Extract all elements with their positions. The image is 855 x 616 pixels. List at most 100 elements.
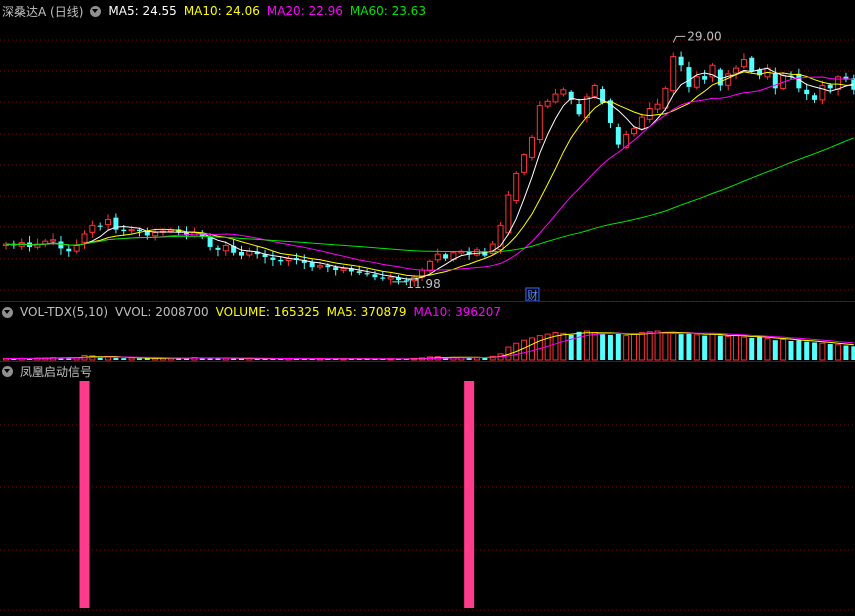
volume-bar bbox=[733, 335, 740, 361]
high-marker-arrow bbox=[672, 35, 686, 43]
signal-title: 凤凰启动信号 bbox=[20, 364, 93, 379]
volume-bar bbox=[725, 335, 732, 361]
candle-body bbox=[364, 273, 370, 275]
volume-bar bbox=[788, 340, 794, 360]
candle-body bbox=[333, 267, 339, 271]
chevron-down-icon[interactable] bbox=[90, 5, 102, 17]
candle-body bbox=[278, 259, 284, 262]
chevron-down-icon[interactable] bbox=[2, 365, 13, 377]
candle-body bbox=[380, 277, 386, 279]
candle-body bbox=[128, 229, 135, 232]
volume-bar bbox=[812, 342, 818, 360]
ma10-line bbox=[5, 71, 854, 277]
volume-bar bbox=[591, 332, 598, 361]
candle-body bbox=[686, 67, 692, 87]
candle-body bbox=[97, 225, 103, 227]
candle-body bbox=[215, 247, 221, 250]
candle-body bbox=[222, 245, 229, 252]
chevron-down-icon[interactable] bbox=[2, 306, 13, 318]
volume-bar bbox=[615, 333, 621, 360]
vvol-label: VVOL: 2008700 bbox=[115, 305, 209, 319]
volume-bar bbox=[113, 357, 119, 360]
signal-panel: 凤凰启动信号 bbox=[0, 362, 855, 616]
candle-body bbox=[309, 262, 315, 268]
candle-body bbox=[670, 56, 677, 92]
volume-bar bbox=[607, 334, 613, 360]
candle-body bbox=[317, 265, 323, 268]
ma5-label: MA5: 24.55 bbox=[108, 4, 177, 18]
volume-legend: VOL-TDX(5,10) VVOL: 2008700 VOLUME: 1653… bbox=[2, 304, 501, 320]
volume-bar bbox=[121, 358, 127, 360]
candle-body bbox=[50, 239, 57, 242]
candle-body bbox=[662, 87, 669, 109]
candle-body bbox=[631, 128, 637, 135]
signal-chart[interactable] bbox=[0, 362, 855, 616]
candle-body bbox=[207, 236, 213, 247]
candle-body bbox=[356, 271, 362, 273]
candle-body bbox=[434, 253, 441, 261]
signal-bar bbox=[79, 381, 90, 608]
candle-body bbox=[73, 245, 80, 252]
candle-body bbox=[372, 274, 378, 278]
volume-bar bbox=[835, 344, 842, 361]
volume-bar bbox=[740, 336, 747, 361]
candle-body bbox=[678, 56, 684, 66]
candle-body bbox=[804, 89, 810, 95]
candle-body bbox=[513, 172, 520, 202]
volume-bar bbox=[686, 332, 692, 360]
volume-bar bbox=[662, 332, 669, 361]
volume-bar bbox=[843, 345, 849, 360]
candle-body bbox=[615, 127, 621, 145]
candle-body bbox=[812, 95, 818, 100]
candle-body bbox=[528, 136, 535, 158]
volume-bar bbox=[772, 340, 778, 360]
candle-body bbox=[387, 276, 394, 280]
volume-bar bbox=[796, 340, 802, 360]
candle-body bbox=[121, 229, 127, 232]
volume-bar bbox=[623, 335, 630, 361]
candle-body bbox=[81, 233, 88, 243]
volume-bar bbox=[528, 337, 535, 361]
volume-panel: VOL-TDX(5,10) VVOL: 2008700 VOLUME: 1653… bbox=[0, 302, 855, 362]
volume-bar bbox=[827, 344, 833, 360]
price-title: 深桑达A (日线) bbox=[2, 4, 84, 19]
candle-body bbox=[521, 154, 528, 173]
ma20-label: MA20: 22.96 bbox=[266, 4, 343, 18]
vol-ma10-label: MA10: 396207 bbox=[413, 305, 501, 319]
volume-title: VOL-TDX(5,10) bbox=[20, 305, 109, 319]
candle-body bbox=[474, 249, 480, 256]
candle-body bbox=[246, 250, 253, 256]
volume-bar bbox=[819, 342, 826, 361]
candle-body bbox=[89, 224, 96, 233]
signal-legend: 凤凰启动信号 bbox=[2, 363, 92, 379]
volume-bar bbox=[693, 334, 700, 361]
candle-body bbox=[239, 251, 244, 256]
ma20-line bbox=[5, 76, 854, 271]
candle-body bbox=[426, 260, 433, 272]
candle-body bbox=[591, 84, 598, 97]
volume-label: VOLUME: 165325 bbox=[215, 305, 320, 319]
candle-body bbox=[740, 58, 747, 68]
candle-body bbox=[152, 232, 159, 237]
ma10-label: MA10: 24.06 bbox=[183, 4, 260, 18]
volume-bar bbox=[631, 333, 637, 361]
volume-bar bbox=[576, 331, 582, 360]
candle-body bbox=[819, 84, 826, 101]
price-chart[interactable]: 29.00 11.98 财 bbox=[0, 0, 855, 302]
high-marker-label: 29.00 bbox=[687, 29, 721, 43]
candle-body bbox=[58, 241, 64, 249]
candle-body bbox=[654, 103, 661, 110]
ma60-label: MA60: 23.63 bbox=[349, 4, 426, 18]
volume-bar bbox=[128, 357, 135, 361]
candle-body bbox=[325, 265, 331, 268]
vol-ma5-label: MA5: 370879 bbox=[326, 305, 407, 319]
candle-body bbox=[749, 57, 755, 72]
candle-body bbox=[576, 103, 582, 115]
candle-body bbox=[702, 76, 708, 80]
volume-bar bbox=[638, 332, 645, 361]
volume-bar bbox=[749, 337, 755, 360]
volume-bar bbox=[136, 358, 142, 360]
volume-bar bbox=[717, 335, 723, 360]
price-panel: 深桑达A (日线) MA5: 24.55 MA10: 24.06 MA20: 2… bbox=[0, 0, 855, 302]
volume-bar bbox=[780, 338, 787, 361]
